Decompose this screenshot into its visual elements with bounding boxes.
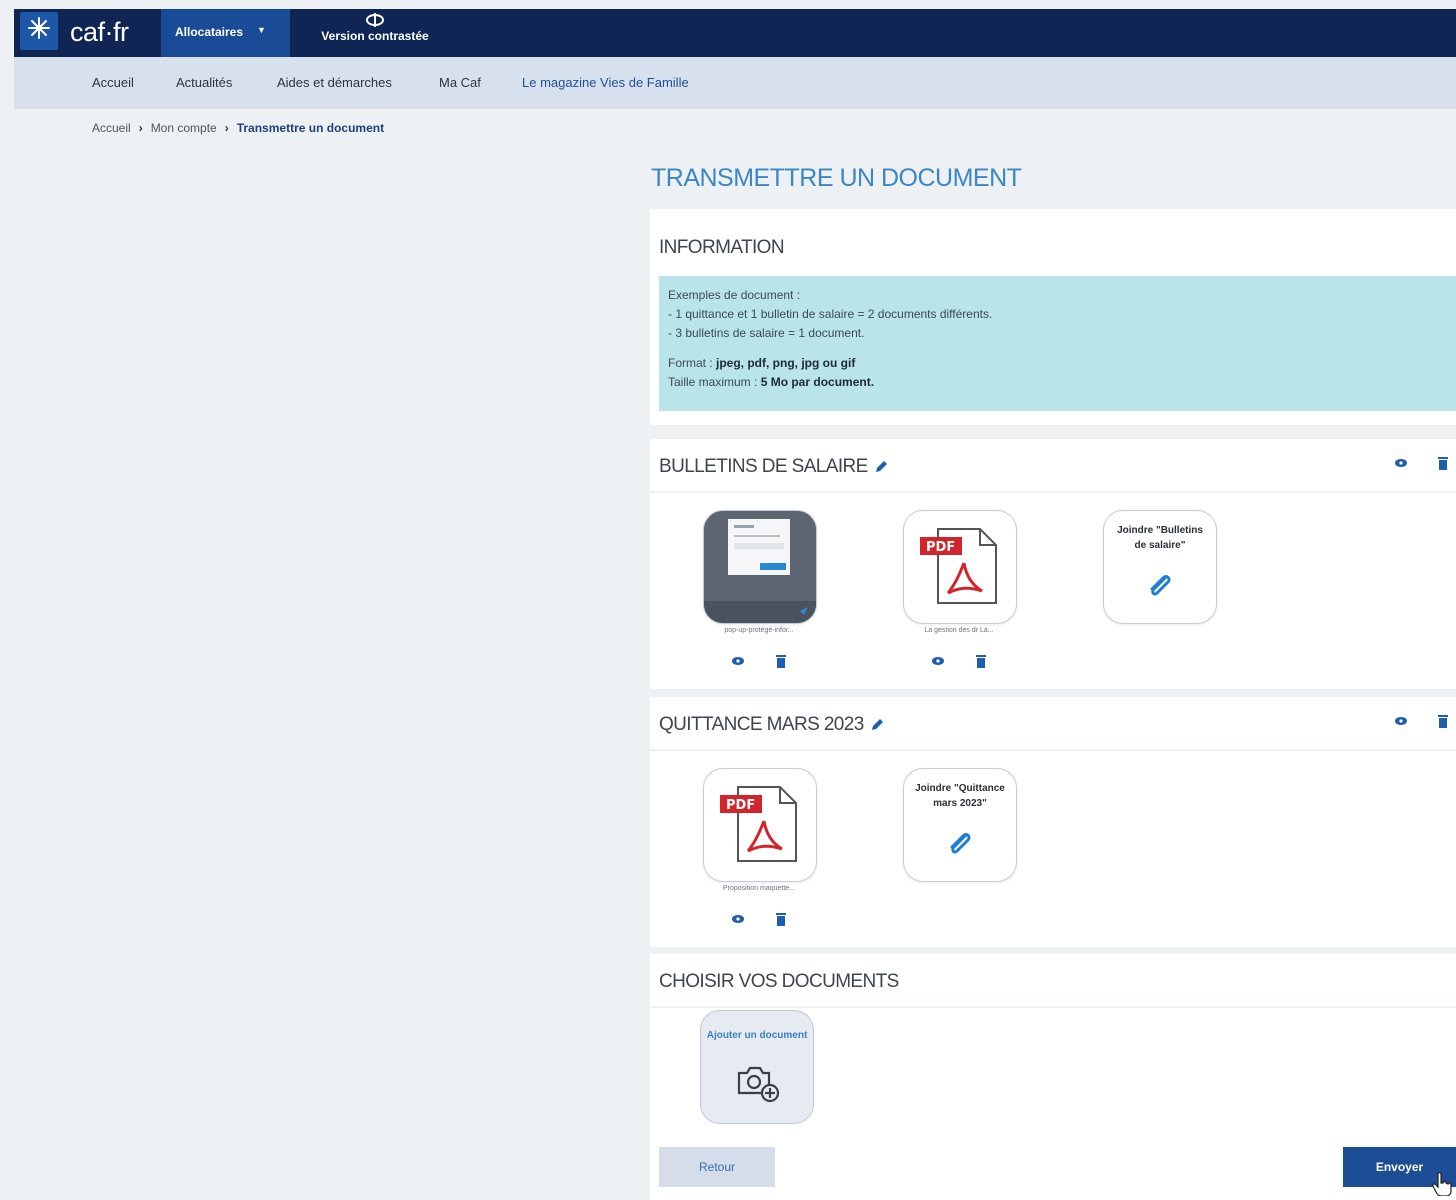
file-caption: La gestion des dr La... [924,627,994,634]
eye-icon[interactable] [1394,458,1408,468]
svg-text:PDF: PDF [926,540,955,555]
main-nav: Accueil Actualités Aides et démarches Ma… [14,57,1456,109]
page: caf·fr Allocataires ▼ Version contrastée… [14,9,1456,1200]
paperclip-icon [950,833,971,854]
breadcrumb: Accueil › Mon compte › Transmettre un docume… [92,121,384,135]
size-value: 5 Mo par document. [760,375,875,389]
example-line: - 1 quittance et 1 bulletin de salaire =… [668,307,993,321]
group-title-text: QUITTANCE MARS 2023 [659,714,864,735]
allocataires-dropdown[interactable]: Allocataires ▼ [161,9,290,57]
breadcrumb-accueil[interactable]: Accueil [92,121,131,135]
join-label: Joindre "Bulletins de salaire" [1117,525,1203,551]
nav-item-magazine[interactable]: Le magazine Vies de Famille [522,75,689,90]
contrast-toggle[interactable]: Version contrastée [310,13,440,53]
format-label: Format : [668,356,717,370]
join-label: Joindre "Quittance mars 2023" [915,783,1005,809]
join-document-button[interactable]: Joindre "Quittance mars 2023" [903,768,1017,882]
pencil-icon[interactable] [870,718,884,732]
eye-icon[interactable] [1394,716,1408,726]
pencil-icon[interactable] [874,460,888,474]
chevron-right-icon: › [138,121,143,135]
add-document-button[interactable]: Ajouter un document [700,1010,814,1124]
group-header: BULLETINS DE SALAIRE [650,439,1456,493]
information-box: Exemples de document : - 1 quittance et … [659,276,1456,411]
format-value: jpeg, pdf, png, jpg ou gif [716,356,856,370]
contrast-eye-icon [366,13,384,27]
top-bar: caf·fr Allocataires ▼ Version contrastée [14,9,1456,57]
join-document-button[interactable]: Joindre "Bulletins de salaire" [1103,510,1217,624]
pdf-icon: PDF [920,528,997,604]
file-caption: Proposition maquette... [723,885,795,892]
size-label: Taille maximum : [668,375,761,389]
format-line: Format : jpeg, pdf, png, jpg ou gif [668,356,855,370]
file-thumbnail[interactable]: PDF [703,768,817,882]
group-section-quittance: QUITTANCE MARS 2023 PDF Proposition maqu… [650,697,1456,947]
trash-icon[interactable] [1438,714,1448,728]
caret-down-icon: ▼ [257,25,266,35]
camera-add-icon [737,1066,780,1103]
eye-icon[interactable] [931,656,945,666]
pdf-icon: PDF [720,786,797,862]
eye-icon[interactable] [731,914,745,924]
allocataires-label: Allocataires [175,25,244,39]
add-document-label: Ajouter un document [706,1030,808,1041]
breadcrumb-mon-compte[interactable]: Mon compte [151,121,217,135]
group-title-text: BULLETINS DE SALAIRE [659,456,868,477]
choose-header: CHOISIR VOS DOCUMENTS [650,954,1456,1008]
examples-heading: Exemples de document : [668,288,801,302]
group-title: QUITTANCE MARS 2023 [659,714,884,736]
trash-icon[interactable] [976,654,986,668]
page-title: TRANSMETTRE UN DOCUMENT [651,164,1022,192]
file-caption: pop-up-protégé-infor... [724,627,794,634]
chevron-right-icon: › [224,121,229,135]
site-name[interactable]: caf·fr [70,17,129,48]
screenshot-thumbnail [704,511,816,623]
hand-cursor-icon [1432,1172,1452,1196]
nav-item-aides[interactable]: Aides et démarches [277,75,392,90]
snowflake-icon [28,17,50,39]
example-line: - 3 bulletins de salaire = 1 document. [668,326,865,340]
back-button[interactable]: Retour [659,1147,775,1187]
nav-item-accueil[interactable]: Accueil [92,75,134,90]
svg-text:PDF: PDF [726,798,755,813]
trash-icon[interactable] [776,912,786,926]
contrast-label: Version contrastée [321,29,429,43]
trash-icon[interactable] [776,654,786,668]
choose-title: CHOISIR VOS DOCUMENTS [659,971,899,992]
size-line: Taille maximum : 5 Mo par document. [668,375,874,389]
trash-icon[interactable] [1438,456,1448,470]
breadcrumb-current: Transmettre un document [236,121,385,135]
file-thumbnail[interactable] [703,510,817,624]
group-section-bulletins: BULLETINS DE SALAIRE pop-up-protégé-info… [650,439,1456,689]
group-header: QUITTANCE MARS 2023 [650,697,1456,751]
file-thumbnail[interactable]: PDF [903,510,1017,624]
nav-item-actualites[interactable]: Actualités [176,75,232,90]
group-title: BULLETINS DE SALAIRE [659,456,888,478]
information-title: INFORMATION [659,237,785,258]
nav-item-ma-caf[interactable]: Ma Caf [439,75,481,90]
paperclip-icon [1150,575,1171,596]
information-section: INFORMATION Exemples de document : - 1 q… [650,209,1456,425]
caf-logo[interactable] [20,12,58,50]
eye-icon[interactable] [731,656,745,666]
